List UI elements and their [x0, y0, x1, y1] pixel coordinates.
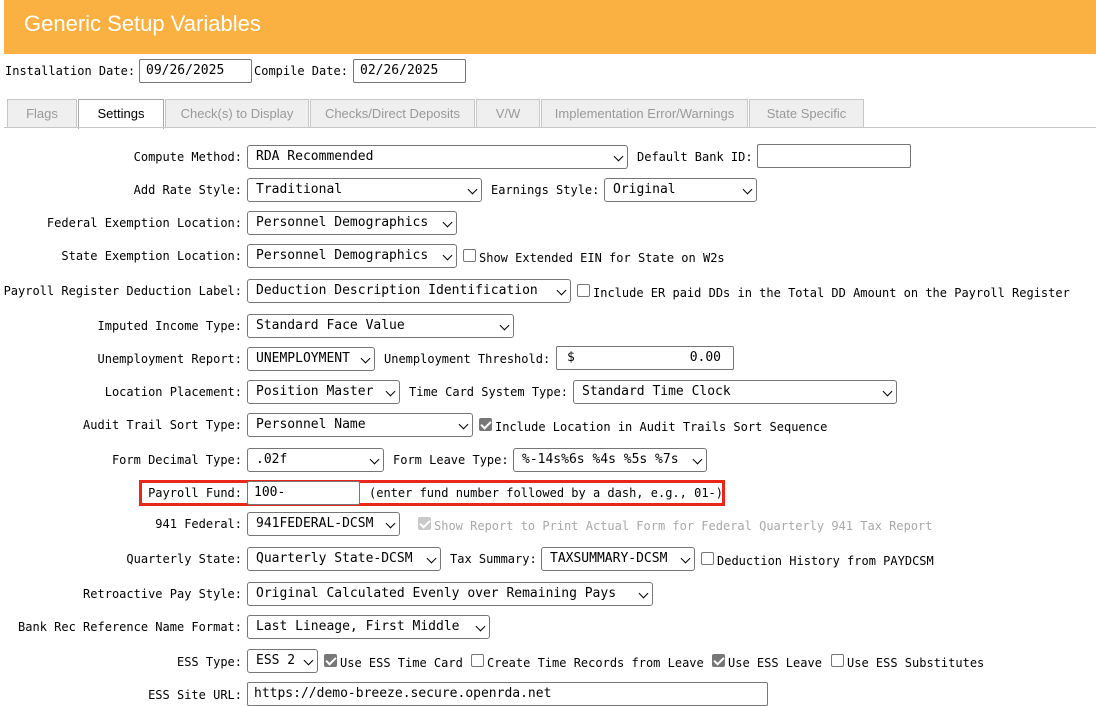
- ess-site-url-label: ESS Site URL:: [148, 688, 242, 702]
- time-card-system-label: Time Card System Type:: [409, 385, 568, 399]
- tab-divider: [4, 127, 1096, 128]
- earnings-style-label: Earnings Style:: [491, 183, 600, 197]
- use-ess-leave-checkbox[interactable]: [712, 654, 725, 667]
- currency-symbol: $: [567, 350, 575, 365]
- tab-settings[interactable]: Settings: [78, 99, 164, 129]
- show-report-941-checkbox[interactable]: [418, 517, 431, 530]
- show-extended-ein-label: Show Extended EIN for State on W2s: [479, 251, 725, 265]
- federal-941-select[interactable]: 941FEDERAL-DCSM: [247, 512, 400, 536]
- tab-checks-direct-deposits[interactable]: Checks/Direct Deposits: [310, 99, 475, 128]
- compute-method-label: Compute Method:: [133, 150, 242, 164]
- page-header: Generic Setup Variables: [4, 0, 1096, 54]
- compile-date-label: Compile Date:: [254, 64, 348, 78]
- quarterly-state-select[interactable]: Quarterly State-DCSM: [247, 547, 441, 571]
- threshold-value: 0.00: [689, 350, 721, 365]
- installation-date-field[interactable]: 09/26/2025: [139, 59, 252, 83]
- payroll-fund-field[interactable]: 100-: [247, 481, 360, 505]
- default-bank-field[interactable]: [757, 144, 911, 168]
- installation-date-label: Installation Date:: [5, 64, 136, 78]
- tab-flags[interactable]: Flags: [7, 99, 77, 128]
- form-leave-label: Form Leave Type:: [393, 453, 509, 467]
- include-location-audit-checkbox[interactable]: [479, 418, 492, 431]
- include-location-audit-label: Include Location in Audit Trails Sort Se…: [495, 420, 828, 434]
- unemployment-threshold-field[interactable]: $ 0.00: [556, 346, 734, 370]
- state-exemption-select[interactable]: Personnel Demographics: [247, 244, 457, 268]
- federal-exemption-select[interactable]: Personnel Demographics: [247, 211, 457, 235]
- unemployment-report-label: Unemployment Report:: [97, 352, 243, 366]
- show-report-941-label: Show Report to Print Actual Form for Fed…: [434, 519, 933, 533]
- form-decimal-label: Form Decimal Type:: [111, 453, 242, 467]
- use-ess-substitutes-checkbox[interactable]: [831, 654, 844, 667]
- create-time-records-checkbox[interactable]: [471, 654, 484, 667]
- quarterly-state-label: Quarterly State:: [126, 552, 242, 566]
- location-placement-label: Location Placement:: [104, 385, 242, 399]
- federal-exemption-label: Federal Exemption Location:: [46, 216, 242, 230]
- bank-rec-format-select[interactable]: Last Lineage, First Middle: [247, 615, 490, 639]
- payroll-fund-label: Payroll Fund:: [148, 486, 242, 500]
- create-time-records-label: Create Time Records from Leave: [487, 656, 704, 670]
- include-er-paid-label: Include ER paid DDs in the Total DD Amou…: [593, 286, 1070, 300]
- compile-date-field[interactable]: 02/26/2025: [353, 59, 466, 83]
- time-card-system-select[interactable]: Standard Time Clock: [573, 380, 897, 404]
- payroll-fund-hint: (enter fund number followed by a dash, e…: [369, 486, 724, 500]
- include-er-paid-checkbox[interactable]: [577, 284, 590, 297]
- form-leave-select[interactable]: %-14s%6s %4s %5s %7s: [513, 448, 707, 472]
- unemployment-report-select[interactable]: UNEMPLOYMENT: [247, 347, 375, 371]
- state-exemption-label: State Exemption Location:: [61, 249, 242, 263]
- default-bank-label: Default Bank ID:: [637, 150, 753, 164]
- deduction-history-checkbox[interactable]: [701, 552, 714, 565]
- use-ess-time-card-label: Use ESS Time Card: [340, 656, 463, 670]
- retroactive-pay-select[interactable]: Original Calculated Evenly over Remainin…: [247, 582, 653, 606]
- add-rate-style-label: Add Rate Style:: [133, 183, 242, 197]
- page-title: Generic Setup Variables: [24, 11, 261, 36]
- audit-trail-select[interactable]: Personnel Name: [247, 413, 473, 437]
- add-rate-style-select[interactable]: Traditional: [247, 178, 482, 202]
- deduction-history-label: Deduction History from PAYDCSM: [717, 554, 934, 568]
- tab-implementation-errors[interactable]: Implementation Error/Warnings: [541, 99, 748, 128]
- location-placement-select[interactable]: Position Master: [247, 380, 400, 404]
- show-extended-ein-checkbox[interactable]: [463, 249, 476, 262]
- earnings-style-select[interactable]: Original: [604, 178, 757, 202]
- tab-state-specific[interactable]: State Specific: [749, 99, 864, 128]
- retroactive-pay-label: Retroactive Pay Style:: [83, 587, 242, 601]
- bank-rec-format-label: Bank Rec Reference Name Format:: [18, 620, 242, 634]
- use-ess-substitutes-label: Use ESS Substitutes: [847, 656, 985, 670]
- unemployment-threshold-label: Unemployment Threshold:: [384, 352, 551, 366]
- ess-site-url-field[interactable]: https://demo-breeze.secure.openrda.net: [247, 682, 768, 706]
- use-ess-time-card-checkbox[interactable]: [324, 654, 337, 667]
- tax-summary-label: Tax Summary:: [450, 552, 537, 566]
- tax-summary-select[interactable]: TAXSUMMARY-DCSM: [541, 547, 695, 571]
- imputed-income-label: Imputed Income Type:: [97, 319, 243, 333]
- ess-type-select[interactable]: ESS 2: [247, 649, 318, 673]
- form-decimal-select[interactable]: .02f: [247, 448, 384, 472]
- ess-type-label: ESS Type:: [176, 655, 242, 669]
- payroll-register-select[interactable]: Deduction Description Identification: [247, 279, 571, 303]
- federal-941-label: 941 Federal:: [155, 517, 242, 531]
- compute-method-select[interactable]: RDA Recommended: [247, 145, 628, 169]
- tab-vw[interactable]: V/W: [476, 99, 540, 128]
- audit-trail-label: Audit Trail Sort Type:: [83, 418, 242, 432]
- payroll-register-label: Payroll Register Deduction Label:: [3, 284, 242, 298]
- use-ess-leave-label: Use ESS Leave: [728, 656, 822, 670]
- imputed-income-select[interactable]: Standard Face Value: [247, 314, 514, 338]
- tab-checks-to-display[interactable]: Check(s) to Display: [165, 99, 309, 128]
